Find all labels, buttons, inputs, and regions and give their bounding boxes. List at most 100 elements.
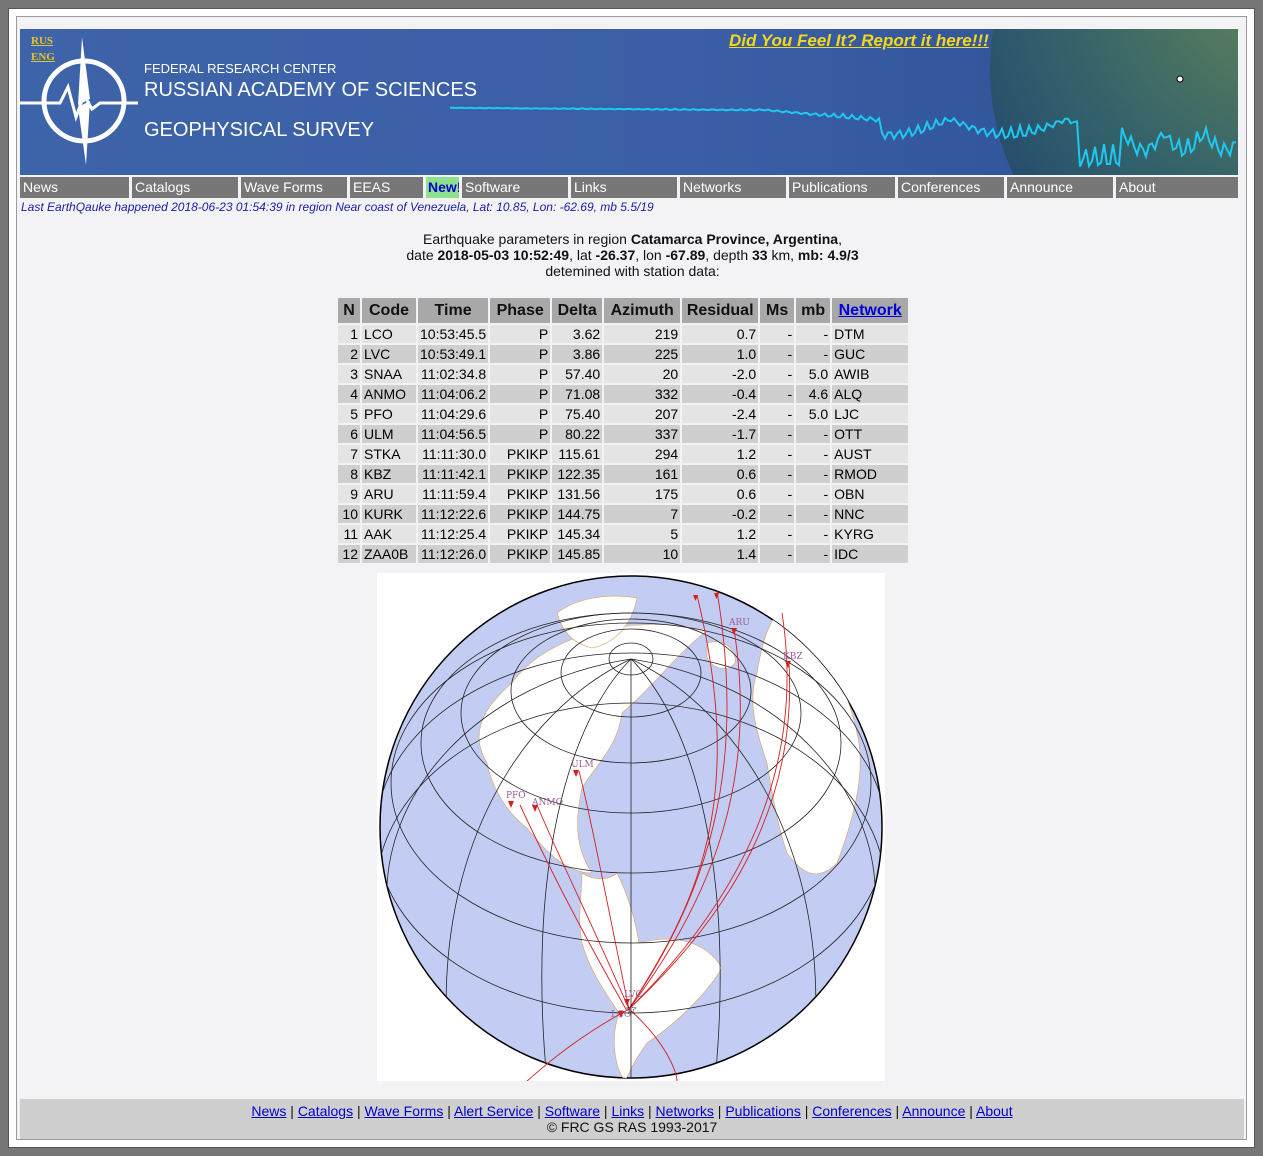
cell-ms: - — [760, 525, 795, 543]
table-row: 4 ANMO 11:04:06.2 P 71.08 332 -0.4-4.6 ALQ — [338, 385, 909, 403]
footer-link-wave-forms[interactable]: Wave Forms — [365, 1103, 444, 1119]
globe-projection: ARU KBZ ULM PFO ANMO LVC LCO ☆ — [379, 575, 883, 1082]
footer-separator: | — [286, 1103, 298, 1119]
copyright: © FRC GS RAS 1993-2017 — [546, 1119, 718, 1135]
cell-phase: P — [490, 345, 551, 363]
col-header-azimuth: Azimuth — [604, 298, 681, 323]
params-lon: -67.89 — [665, 247, 706, 263]
footer-link-about[interactable]: About — [976, 1103, 1013, 1119]
col-header-code: Code — [362, 298, 416, 323]
cell-ms: - — [760, 425, 795, 443]
footer-link-links[interactable]: Links — [611, 1103, 644, 1119]
cell-residual: 1.4 — [682, 545, 759, 563]
params-lon-label: , lon — [635, 247, 666, 263]
table-row: 8 KBZ 11:11:42.1 PKIKP 122.35 161 0.6- - RMOD — [338, 465, 909, 483]
footer-link-software[interactable]: Software — [545, 1103, 600, 1119]
cell-ms: - — [760, 505, 795, 523]
cell-ms: - — [760, 325, 795, 343]
cell-ms: - — [760, 465, 795, 483]
params-station-note: detemined with station data: — [545, 263, 720, 279]
cell-residual: 0.6 — [682, 485, 759, 503]
cell-phase: PKIKP — [490, 545, 551, 563]
cell-azimuth: 5 — [604, 525, 681, 543]
menu-item-about[interactable]: About — [1113, 177, 1218, 198]
menu-item-eeas[interactable]: EEAS — [347, 177, 423, 198]
params-lat-label: , lat — [569, 247, 596, 263]
params-comma: , — [838, 231, 842, 247]
cell-n: 7 — [338, 445, 360, 463]
cell-time: 10:53:45.5 — [418, 325, 489, 343]
cell-mb: - — [796, 425, 831, 443]
cell-network: DTM — [832, 325, 909, 343]
col-header-phase: Phase — [490, 298, 551, 323]
params-depth: 33 — [752, 247, 768, 263]
footer-link-publications[interactable]: Publications — [725, 1103, 801, 1119]
footer-separator: | — [644, 1103, 656, 1119]
map-label-lvc: LVC — [624, 990, 642, 1000]
cell-code: STKA — [362, 445, 416, 463]
cell-time: 11:11:59.4 — [418, 485, 489, 503]
menu-item-software[interactable]: Software — [459, 177, 568, 198]
cell-network: IDC — [832, 545, 909, 563]
menu-item-news[interactable]: News — [20, 177, 129, 198]
footer-link-news[interactable]: News — [251, 1103, 286, 1119]
footer-link-catalogs[interactable]: Catalogs — [298, 1103, 353, 1119]
cell-delta: 144.75 — [552, 505, 603, 523]
menu-item-announce[interactable]: Announce — [1004, 177, 1113, 198]
col-header-residual: Residual — [682, 298, 759, 323]
cell-code: ARU — [362, 485, 416, 503]
seismogram-waveform — [450, 106, 1237, 169]
cell-delta: 115.61 — [552, 445, 603, 463]
table-row: 2 LVC 10:53:49.1 P 3.86 225 1.0- - GUC — [338, 345, 909, 363]
station-map: ARU KBZ ULM PFO ANMO LVC LCO ☆ — [377, 573, 885, 1082]
cell-residual: -0.2 — [682, 505, 759, 523]
col-header-network[interactable]: Network — [832, 298, 909, 323]
cell-time: 11:12:25.4 — [418, 525, 489, 543]
cell-delta: 145.85 — [552, 545, 603, 563]
cell-residual: 1.2 — [682, 445, 759, 463]
table-row: 1 LCO 10:53:45.5 P 3.62 219 0.7- - DTM — [338, 325, 909, 343]
footer-separator: | — [965, 1103, 977, 1119]
cell-ms: - — [760, 545, 795, 563]
cell-mb: - — [796, 325, 831, 343]
table-row: 5 PFO 11:04:29.6 P 75.40 207 -2.4-5.0 LJC — [338, 405, 909, 423]
table-row: 6 ULM 11:04:56.5 P 80.22 337 -1.7- - OTT — [338, 425, 909, 443]
cell-code: KURK — [362, 505, 416, 523]
col-header-ms: Ms — [760, 298, 795, 323]
footer-link-announce[interactable]: Announce — [902, 1103, 965, 1119]
cell-time: 11:04:29.6 — [418, 405, 489, 423]
cell-mb: - — [796, 345, 831, 363]
cell-phase: PKIKP — [490, 485, 551, 503]
cell-code: LCO — [362, 325, 416, 343]
params-lat: -26.37 — [595, 247, 636, 263]
menu-item-wave-forms[interactable]: Wave Forms — [238, 177, 347, 198]
menu-item-links[interactable]: Links — [568, 177, 677, 198]
cell-code: KBZ — [362, 465, 416, 483]
footer-link-networks[interactable]: Networks — [656, 1103, 714, 1119]
felt-report-link[interactable]: Did You Feel It? Report it here!!! — [729, 31, 989, 51]
cell-time: 11:04:56.5 — [418, 425, 489, 443]
cell-time: 11:11:30.0 — [418, 445, 489, 463]
menu-item-publications[interactable]: Publications — [786, 177, 895, 198]
cell-mb: - — [796, 545, 831, 563]
params-region: Catamarca Province, Argentina — [630, 231, 839, 247]
table-row: 11 AAK 11:12:25.4 PKIKP 145.34 5 1.2- - KYRG — [338, 525, 909, 543]
menu-item-catalogs[interactable]: Catalogs — [129, 177, 238, 198]
earthquake-parameters: Earthquake parameters in region Catamarc… — [17, 231, 1248, 279]
footer-link-conferences[interactable]: Conferences — [812, 1103, 891, 1119]
menu-item-conferences[interactable]: Conferences — [895, 177, 1004, 198]
table-row: 9 ARU 11:11:59.4 PKIKP 131.56 175 0.6- - OBN — [338, 485, 909, 503]
cell-phase: PKIKP — [490, 465, 551, 483]
cell-phase: PKIKP — [490, 445, 551, 463]
menu-item-new[interactable]: New! — [423, 177, 461, 198]
cell-code: SNAA — [362, 365, 416, 383]
footer-link-alert-service[interactable]: Alert Service — [454, 1103, 533, 1119]
menu-item-networks[interactable]: Networks — [677, 177, 786, 198]
cell-residual: 1.0 — [682, 345, 759, 363]
table-row: 12 ZAA0B 11:12:26.0 PKIKP 145.85 10 1.4- - IDC — [338, 545, 909, 563]
page: RUS ENG FEDERAL RESEARCH CENTER RUSSIAN … — [16, 16, 1247, 1140]
cell-delta: 145.34 — [552, 525, 603, 543]
cell-delta: 80.22 — [552, 425, 603, 443]
params-magnitude: mb: 4.9/3 — [797, 247, 859, 263]
col-header-n: N — [338, 298, 360, 323]
